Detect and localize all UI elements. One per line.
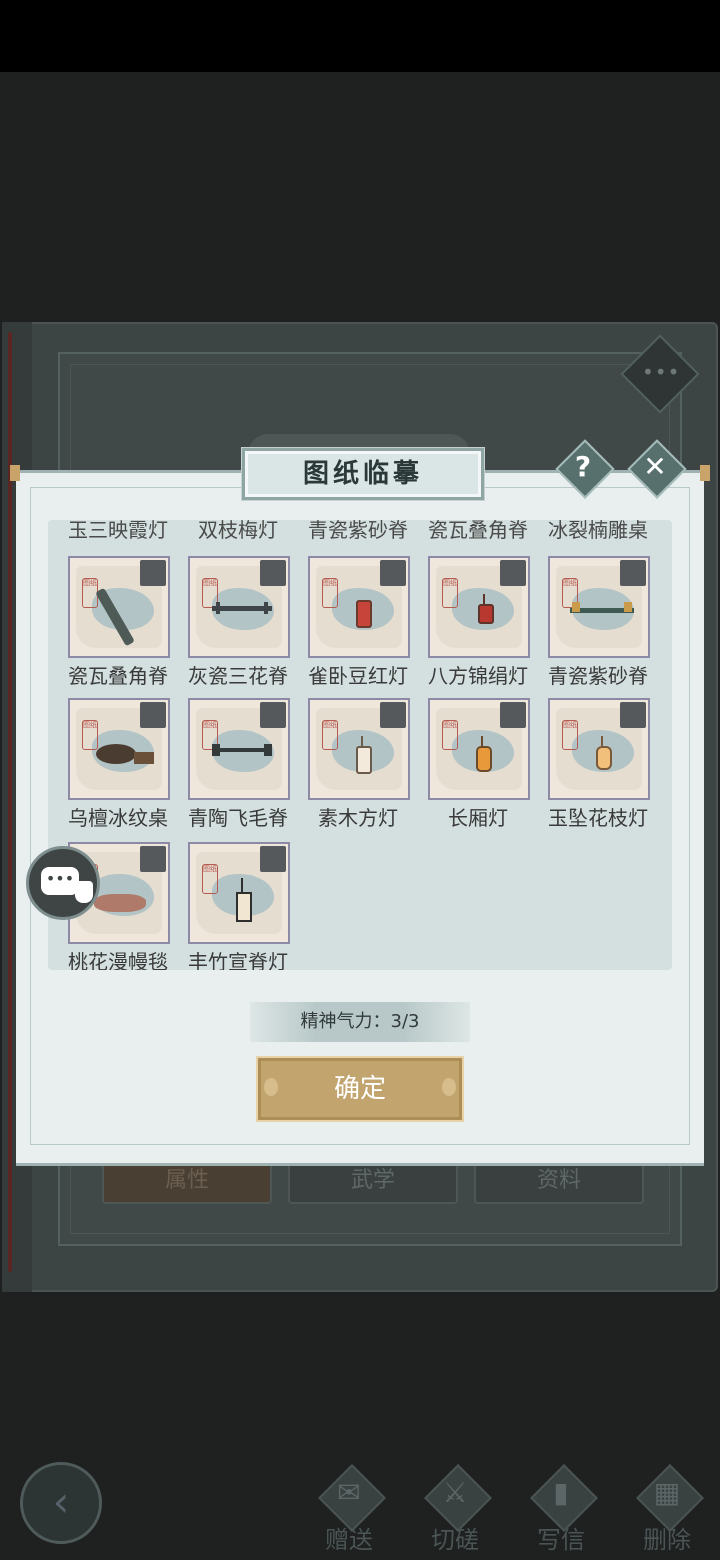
blueprint-item[interactable]: 图纸 瓷瓦叠角脊 (48, 556, 170, 702)
blueprint-thumbnail: 图纸 (188, 842, 290, 944)
blueprint-thumbnail: 图纸 (428, 698, 530, 800)
selection-checkbox[interactable] (140, 846, 166, 872)
red-lantern-icon (356, 600, 372, 628)
hanging-lantern-icon (236, 892, 252, 922)
gift-icon: ✉ (337, 1476, 361, 1509)
sword-icon: ⚔ (442, 1476, 468, 1509)
blueprint-thumbnail: 图纸 (308, 698, 410, 800)
spar-button[interactable]: ⚔ 切磋 (410, 1464, 500, 1554)
item-label: 八方锦绢灯 (428, 664, 528, 688)
close-icon: ✕ (643, 450, 667, 483)
white-lantern-icon (356, 746, 372, 774)
item-label: 丰竹宣脊灯 (188, 950, 288, 970)
item-label: 玉三映霞灯 (68, 520, 168, 542)
selection-checkbox[interactable] (140, 560, 166, 586)
item-label: 乌檀冰纹桌 (68, 806, 168, 830)
table-icon (96, 744, 136, 764)
blueprint-item[interactable]: 图纸 雀卧豆红灯 (288, 556, 410, 702)
item-label: 青瓷紫砂脊 (548, 664, 648, 688)
selection-checkbox[interactable] (260, 702, 286, 728)
blueprint-thumbnail: 图纸 (548, 698, 650, 800)
trash-icon: ▦ (653, 1476, 681, 1509)
letter-icon: ▮ (553, 1476, 569, 1509)
back-arrow-icon: ‹ (52, 1477, 70, 1526)
dialog-edge-ornament (10, 465, 20, 481)
selection-checkbox[interactable] (260, 846, 286, 872)
selection-checkbox[interactable] (500, 560, 526, 586)
blueprint-thumbnail: 图纸 (68, 698, 170, 800)
item-label: 冰裂楠雕桌 (548, 520, 648, 542)
blueprint-item[interactable]: 图纸 八方锦绢灯 (408, 556, 530, 702)
item-label: 桃花漫幔毯 (68, 950, 168, 970)
write-letter-button[interactable]: ▮ 写信 (516, 1464, 606, 1554)
blueprint-thumbnail: 图纸 (188, 556, 290, 658)
dialog-title: 图纸临摹 (242, 448, 484, 500)
dialog-edge-ornament (700, 465, 710, 481)
gift-button[interactable]: ✉ 赠送 (304, 1464, 394, 1554)
status-bar (0, 0, 720, 72)
action-label: 写信 (537, 1526, 585, 1554)
item-label: 青陶飞毛脊 (188, 806, 288, 830)
item-label: 长厢灯 (448, 806, 508, 830)
blueprint-item[interactable]: 图纸 乌檀冰纹桌 (48, 698, 170, 844)
carpet-icon (94, 894, 146, 912)
selection-checkbox[interactable] (620, 702, 646, 728)
selection-checkbox[interactable] (260, 560, 286, 586)
selection-checkbox[interactable] (140, 702, 166, 728)
selection-checkbox[interactable] (620, 560, 646, 586)
blueprint-item[interactable]: 图纸 青陶飞毛脊 (168, 698, 290, 844)
flower-ornament-icon (442, 1078, 456, 1096)
question-icon: ? (574, 450, 592, 483)
blueprint-item[interactable]: 图纸 青瓷紫砂脊 (528, 556, 650, 702)
blueprint-thumbnail: 图纸 (188, 698, 290, 800)
orange-lantern-icon (476, 746, 492, 772)
item-label: 双枝梅灯 (198, 520, 278, 542)
item-label: 瓷瓦叠角脊 (68, 664, 168, 688)
confirm-button[interactable]: 确定 (256, 1056, 464, 1122)
item-label: 玉坠花枝灯 (548, 806, 648, 830)
chat-button[interactable]: ••• (26, 846, 100, 920)
delete-button[interactable]: ▦ 删除 (622, 1464, 712, 1554)
item-label: 青瓷紫砂脊 (308, 520, 408, 542)
blueprint-item[interactable]: 图纸 灰瓷三花脊 (168, 556, 290, 702)
blueprint-list[interactable]: 玉三映霞灯 双枝梅灯 青瓷紫砂脊 瓷瓦叠角脊 冰裂楠雕桌 图纸 瓷瓦叠角脊 图纸… (48, 520, 672, 970)
item-label: 灰瓷三花脊 (188, 664, 288, 688)
item-label: 瓷瓦叠角脊 (428, 520, 528, 542)
action-label: 删除 (643, 1526, 691, 1554)
selection-checkbox[interactable] (380, 560, 406, 586)
blueprint-thumbnail: 图纸 (68, 556, 170, 658)
action-label: 赠送 (325, 1526, 373, 1554)
confirm-label: 确定 (333, 1074, 386, 1104)
chat-bubble-icon: ••• (41, 867, 79, 895)
selection-checkbox[interactable] (380, 702, 406, 728)
blueprint-thumbnail: 图纸 (428, 556, 530, 658)
orange-lantern-icon (596, 746, 612, 770)
wine-bottle-icon (75, 881, 93, 903)
partial-row-labels: 玉三映霞灯 双枝梅灯 青瓷紫砂脊 瓷瓦叠角脊 冰裂楠雕桌 (48, 520, 672, 542)
action-label: 切磋 (431, 1526, 479, 1554)
selection-checkbox[interactable] (500, 702, 526, 728)
blueprint-item[interactable]: 图纸 长厢灯 (408, 698, 530, 844)
blueprint-item[interactable]: 图纸 素木方灯 (288, 698, 410, 844)
roof-ridge-icon (212, 748, 272, 752)
blueprint-thumbnail: 图纸 (548, 556, 650, 658)
red-lantern-icon (478, 604, 494, 624)
blueprint-item[interactable]: 图纸 玉坠花枝灯 (528, 698, 650, 844)
more-dots-icon: ••• (642, 360, 681, 384)
stamina-indicator: 精神气力：3/3 (250, 1002, 470, 1042)
back-button[interactable]: ‹ (20, 1462, 102, 1544)
blueprint-thumbnail: 图纸 (308, 556, 410, 658)
blueprint-item[interactable]: 图纸 丰竹宣脊灯 (168, 842, 290, 970)
item-label: 素木方灯 (318, 806, 398, 830)
flower-ornament-icon (264, 1078, 278, 1096)
item-label: 雀卧豆红灯 (308, 664, 408, 688)
